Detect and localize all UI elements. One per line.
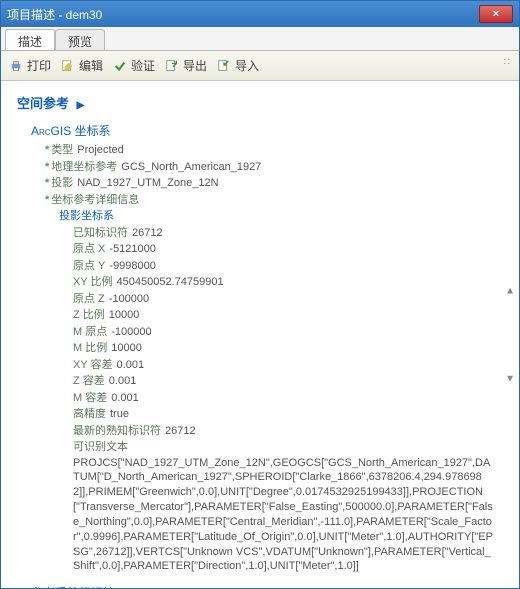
wkt-text: PROJCS["NAD_1927_UTM_Zone_12N",GEOGCS["G… [73, 456, 493, 575]
tab-describe[interactable]: 描述 [5, 29, 55, 50]
section-spatial-reference[interactable]: 空间参考 ▶ [17, 93, 513, 112]
tab-preview-label: 预览 [68, 35, 92, 49]
row-origx: 原点 X-5121000 [73, 241, 513, 258]
tab-describe-label: 描述 [18, 35, 42, 49]
close-icon: × [493, 8, 499, 20]
row-xyscale: XY 比例450450052.74759901 [73, 274, 513, 291]
pencil-icon [61, 59, 75, 73]
row-latestwkid: 最新的熟知标识符26712 [73, 423, 513, 440]
refsys-heading: 参考系统标识符 [31, 584, 513, 588]
row-ztol: Z 容差0.001 [73, 373, 513, 390]
row-xytol: XY 容差0.001 [73, 357, 513, 374]
validate-button[interactable]: 验证 [113, 57, 155, 74]
edit-label: 编辑 [79, 57, 103, 74]
check-icon [113, 59, 127, 73]
row-mscale: M 比例10000 [73, 340, 513, 357]
import-label: 导入 [235, 57, 259, 74]
title-bar[interactable]: 项目描述 - dem30 × [1, 1, 519, 27]
row-type: *类型Projected [45, 142, 513, 159]
window-title: 项目描述 - dem30 [7, 6, 102, 23]
toolbar-grip-icon: ∷ [504, 57, 513, 68]
row-mtol: M 容差0.001 [73, 390, 513, 407]
printer-icon [9, 59, 23, 73]
pcs-heading: 投影坐标系 [59, 208, 513, 225]
import-icon [217, 59, 231, 73]
row-zscale: Z 比例10000 [73, 307, 513, 324]
export-icon [165, 59, 179, 73]
arcgis-block: ArcGIS 坐标系 *类型Projected *地理坐标参考GCS_North… [31, 122, 513, 588]
expand-icon: ▶ [77, 100, 85, 111]
export-button[interactable]: 导出 [165, 57, 207, 74]
row-origy: 原点 Y-9998000 [73, 258, 513, 275]
arcgis-heading: ArcGIS 坐标系 [31, 122, 513, 140]
import-button[interactable]: 导入 [217, 57, 259, 74]
export-label: 导出 [183, 57, 207, 74]
tab-bar: 描述 预览 [1, 27, 519, 51]
print-label: 打印 [27, 57, 51, 74]
row-projection: *投影NAD_1927_UTM_Zone_12N [45, 175, 513, 192]
row-wkt-label: 可识别文本 [73, 439, 513, 456]
row-gcs: *地理坐标参考GCS_North_American_1927 [45, 159, 513, 176]
row-morig: M 原点-100000 [73, 324, 513, 341]
print-button[interactable]: 打印 [9, 57, 51, 74]
section-title: 空间参考 [17, 96, 69, 111]
tab-preview[interactable]: 预览 [55, 29, 105, 50]
app-window: 项目描述 - dem30 × 描述 预览 打印 编辑 验证 导出 导入 ∷ [0, 0, 520, 589]
scrollbar[interactable]: ▲▼ [505, 285, 515, 384]
content-area[interactable]: 空间参考 ▶ ArcGIS 坐标系 *类型Projected *地理坐标参考GC… [1, 81, 519, 588]
toolbar: 打印 编辑 验证 导出 导入 ∷ [1, 51, 519, 81]
validate-label: 验证 [131, 57, 155, 74]
edit-button[interactable]: 编辑 [61, 57, 103, 74]
row-wkid: 已知标识符26712 [73, 225, 513, 242]
close-button[interactable]: × [479, 5, 513, 23]
row-origz: 原点 Z-100000 [73, 291, 513, 308]
row-hiprec: 高精度true [73, 406, 513, 423]
row-detail: *坐标参考详细信息 [45, 192, 513, 209]
